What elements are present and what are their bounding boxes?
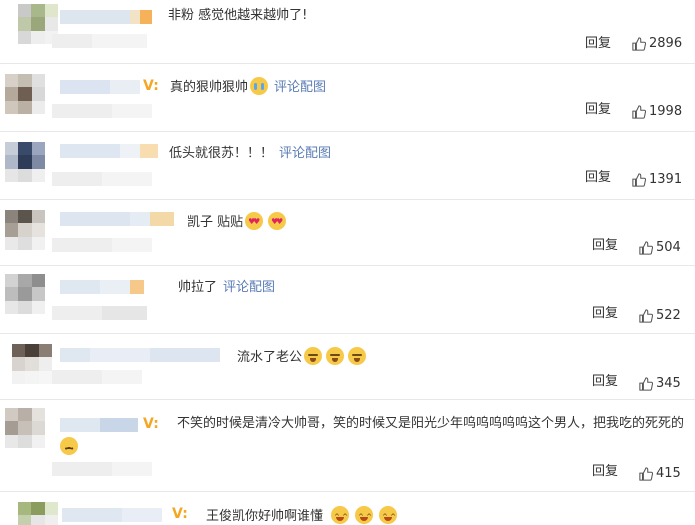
like-button[interactable]: 522	[639, 308, 681, 324]
comment-text: 非粉 感觉他越来越帅了!	[168, 8, 308, 23]
comment-item: 帅拉了 评论配图 回复 522	[0, 266, 695, 334]
like-button[interactable]: 504	[639, 240, 681, 256]
like-count: 1391	[649, 172, 683, 187]
drooling-emoji-icon	[348, 347, 367, 365]
reply-button[interactable]: 回复	[585, 102, 611, 118]
reply-button[interactable]: 回复	[585, 36, 611, 52]
blurred-username[interactable]	[60, 280, 144, 294]
comment-item: V: 不笑的时候是清冷大帅哥，笑的时候又是阳光少年呜呜呜呜呜这个男人，把我吃的死…	[0, 400, 695, 492]
avatar[interactable]	[5, 408, 45, 448]
heart-eyes-emoji-icon	[268, 212, 287, 231]
comment-text: 凯子 贴贴	[187, 212, 287, 232]
thumbs-up-icon	[639, 309, 653, 323]
blurred-username[interactable]	[62, 508, 162, 522]
comment-text: 流水了老公	[237, 347, 367, 367]
avatar[interactable]	[5, 274, 45, 314]
drooling-emoji-icon	[304, 347, 323, 365]
like-button[interactable]: 345	[639, 376, 681, 392]
like-count: 1998	[649, 104, 683, 119]
comment-item: 流水了老公 回复 345	[0, 334, 695, 400]
avatar[interactable]	[5, 210, 45, 250]
comment-item: V: 真的狠帅狠帅 评论配图 回复 1998	[0, 64, 695, 132]
avatar[interactable]	[18, 502, 58, 525]
comment-item: 非粉 感觉他越来越帅了! 回复 2896	[0, 0, 695, 64]
comment-image-link[interactable]: 评论配图	[274, 80, 326, 95]
like-count: 2896	[649, 36, 683, 51]
crying-emoji-icon	[250, 77, 269, 95]
blurred-timestamp	[52, 104, 152, 118]
like-count: 504	[656, 240, 681, 255]
avatar[interactable]	[5, 142, 45, 182]
blurred-timestamp	[52, 370, 142, 384]
blurred-username[interactable]	[60, 348, 220, 362]
reply-button[interactable]: 回复	[592, 238, 618, 254]
thumbs-up-icon	[639, 377, 653, 391]
like-button[interactable]: 1391	[632, 172, 682, 188]
reply-button[interactable]: 回复	[592, 306, 618, 322]
verified-v-icon: V:	[172, 506, 188, 522]
blurred-username[interactable]	[60, 10, 152, 24]
blurred-timestamp	[52, 462, 152, 476]
comment-text: 低头就很苏！！！ 评论配图	[169, 146, 332, 161]
reply-button[interactable]: 回复	[592, 464, 618, 480]
comment-text: 帅拉了 评论配图	[178, 280, 276, 295]
blurred-timestamp	[52, 238, 152, 252]
comment-text-emoji-line	[60, 437, 78, 458]
like-button[interactable]: 1998	[632, 104, 682, 120]
thumbs-up-icon	[639, 467, 653, 481]
laughing-emoji-icon	[331, 506, 350, 525]
pleading-emoji-icon	[60, 437, 78, 458]
thumbs-up-icon	[632, 173, 646, 187]
heart-eyes-emoji-icon	[245, 212, 264, 231]
comment-text: 不笑的时候是清冷大帅哥，笑的时候又是阳光少年呜呜呜呜呜这个男人，把我吃的死死的	[177, 416, 685, 431]
comment-image-link[interactable]: 评论配图	[279, 146, 331, 161]
comment-item: V: 王俊凯你好帅啊谁懂	[0, 492, 695, 525]
blurred-timestamp	[52, 172, 152, 186]
avatar[interactable]	[5, 74, 45, 114]
verified-v-icon: V:	[143, 416, 159, 432]
comment-text: 真的狠帅狠帅 评论配图	[170, 77, 326, 97]
blurred-timestamp	[52, 306, 147, 320]
thumbs-up-icon	[639, 241, 653, 255]
like-count: 415	[656, 466, 681, 481]
laughing-emoji-icon	[355, 506, 374, 525]
comment-text: 王俊凯你好帅啊谁懂	[206, 506, 398, 525]
blurred-username[interactable]	[60, 144, 158, 158]
drooling-emoji-icon	[326, 347, 345, 365]
blurred-username[interactable]	[60, 212, 174, 226]
reply-button[interactable]: 回复	[592, 374, 618, 390]
laughing-emoji-icon	[379, 506, 398, 525]
thumbs-up-icon	[632, 105, 646, 119]
comment-item: 低头就很苏！！！ 评论配图 回复 1391	[0, 132, 695, 200]
like-count: 345	[656, 376, 681, 391]
comment-image-link[interactable]: 评论配图	[223, 280, 275, 295]
like-button[interactable]: 2896	[632, 36, 682, 52]
like-count: 522	[656, 308, 681, 323]
like-button[interactable]: 415	[639, 466, 681, 482]
comment-item: 凯子 贴贴 回复 504	[0, 200, 695, 266]
reply-button[interactable]: 回复	[585, 170, 611, 186]
thumbs-up-icon	[632, 37, 646, 51]
avatar[interactable]	[12, 344, 52, 384]
blurred-username[interactable]	[60, 80, 140, 94]
blurred-timestamp	[52, 34, 147, 48]
blurred-username[interactable]	[60, 418, 138, 432]
verified-v-icon: V:	[143, 78, 159, 94]
